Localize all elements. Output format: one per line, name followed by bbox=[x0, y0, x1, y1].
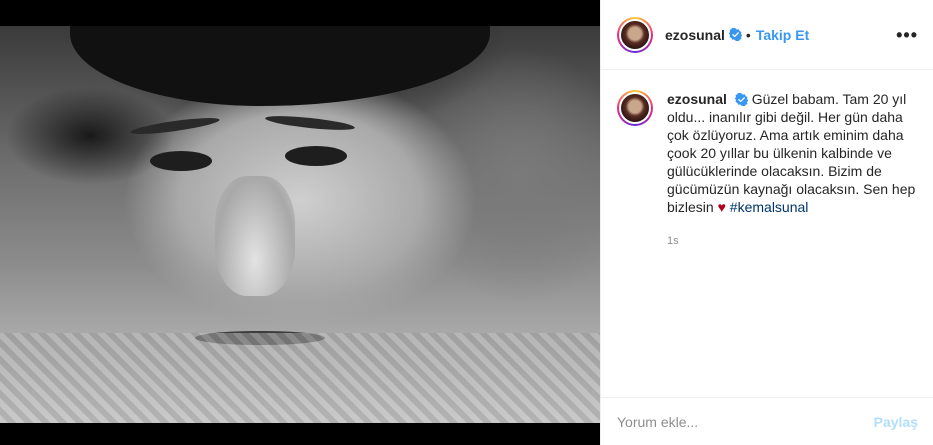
photo-nose bbox=[215, 176, 295, 296]
heart-emoji-icon: ♥ bbox=[717, 199, 726, 215]
photo-eye-left bbox=[150, 151, 212, 171]
follow-button[interactable]: Takip Et bbox=[756, 27, 809, 43]
caption-comment: ezosunal Güzel babam. Tam 20 yıl oldu...… bbox=[617, 90, 922, 250]
photo-hair bbox=[70, 26, 490, 106]
post-photo[interactable] bbox=[0, 26, 600, 423]
comment-input[interactable] bbox=[617, 413, 874, 430]
photo-shirt bbox=[0, 333, 600, 423]
separator-dot: • bbox=[745, 26, 751, 43]
post-media[interactable] bbox=[0, 0, 600, 445]
post-time[interactable]: 1s bbox=[667, 232, 917, 250]
caption-body: ezosunal Güzel babam. Tam 20 yıl oldu...… bbox=[667, 90, 917, 250]
username-link[interactable]: ezosunal bbox=[665, 27, 725, 43]
photo-brow-left bbox=[129, 114, 221, 138]
photo-brow-right bbox=[264, 113, 356, 133]
caption-avatar[interactable] bbox=[617, 90, 653, 126]
verified-badge-icon bbox=[728, 28, 742, 41]
photo-eye-right bbox=[285, 146, 347, 166]
verified-badge-icon bbox=[734, 93, 748, 106]
share-button[interactable]: Paylaş bbox=[874, 414, 918, 430]
avatar[interactable] bbox=[617, 16, 653, 53]
caption-text: Güzel babam. Tam 20 yıl oldu... inanılır… bbox=[667, 91, 916, 215]
caption-username-link[interactable]: ezosunal bbox=[667, 91, 727, 107]
post-sidebar: ezosunal • Takip Et ••• ezosunal Güzel b… bbox=[600, 0, 933, 445]
comment-box: Paylaş bbox=[601, 397, 933, 445]
more-options-icon[interactable]: ••• bbox=[896, 26, 918, 44]
post-header: ezosunal • Takip Et ••• bbox=[601, 0, 933, 70]
hashtag-link[interactable]: #kemalsunal bbox=[730, 199, 809, 215]
